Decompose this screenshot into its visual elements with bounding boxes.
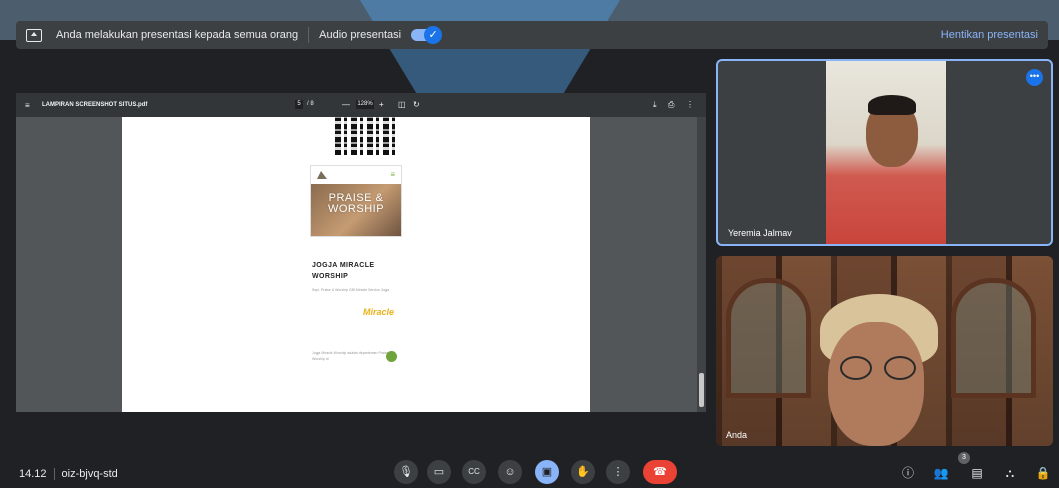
raise-hand-button[interactable]: ✋ [571,460,595,484]
hero-banner: PRAISE & WORSHIP [311,184,401,236]
participant-video [826,61,946,244]
participant-tile-self[interactable]: Anda [716,256,1053,446]
fit-page-icon[interactable]: ◫ [398,99,406,110]
emoji-button[interactable]: ☺ [498,460,522,484]
document-title: JOGJA MIRACLE WORSHIP [312,260,375,282]
background-window [726,278,811,398]
more-options-icon[interactable]: ⋮ [686,99,694,110]
zoom-level-input[interactable]: 128% [356,100,374,109]
present-screen-icon [26,28,42,42]
more-options-icon[interactable]: ••• [1026,69,1043,86]
pdf-file-name: LAMPIRAN SCREENSHOT SITUS.pdf [42,102,148,108]
presenting-banner: Anda melakukan presentasi kepada semua o… [16,21,1048,49]
miracle-logo: Miracle [363,307,395,317]
chat-bubble-icon [386,351,397,362]
activities-icon[interactable]: ⛬ [1002,465,1018,481]
audio-presentation-toggle[interactable]: ✓ [411,26,443,44]
rotate-icon[interactable]: ↻ [413,99,420,110]
more-options-button[interactable]: ⋮ [606,460,630,484]
glasses [840,356,916,380]
shared-screen: ≡ LAMPIRAN SCREENSHOT SITUS.pdf 5 / 8 — … [16,93,706,412]
banner-divider [308,27,310,43]
page-total: / 8 [307,101,314,107]
audio-presentation-label: Audio presentasi [319,29,402,41]
website-screenshot: ≡ PRAISE & WORSHIP [310,165,402,237]
title-line-1: JOGJA MIRACLE [312,262,375,269]
website-header: ≡ [311,166,401,184]
check-icon: ✓ [424,26,443,44]
presenting-text: Anda melakukan presentasi kepada semua o… [56,29,299,41]
pdf-scrollbar[interactable] [697,117,706,412]
download-icon[interactable]: ⤓ [653,99,657,110]
print-icon[interactable]: ⎙ [668,99,674,110]
title-line-2: WORSHIP [312,273,349,280]
document-subtitle: Sepi, Praise & Worship GBI Miracle Servi… [312,288,390,292]
meeting-info: 14.12 oiz-bjvq-std [19,468,118,480]
participant-name: Yeremia Jalmav [728,228,792,238]
pdf-page: ≡ PRAISE & WORSHIP JOGJA MIRACLE WORSHIP… [122,117,590,412]
meeting-time: 14.12 [19,468,47,480]
zoom-out-button[interactable]: — [342,99,350,110]
zoom-in-button[interactable]: + [379,99,384,110]
chat-icon[interactable]: ▤ [969,465,985,481]
meeting-code: oiz-bjvq-std [61,468,118,480]
host-controls-lock-icon[interactable]: 🔒 [1035,465,1051,481]
camera-button[interactable]: ▭ [427,460,451,484]
present-button[interactable]: ▣ [535,460,559,484]
background-window [951,278,1036,398]
menu-icon[interactable]: ≡ [25,101,32,110]
captions-button[interactable]: CC [462,460,486,484]
people-icon[interactable]: 👥 [933,465,949,481]
participant-count-badge: 3 [958,452,970,464]
qr-code-image [335,117,395,155]
participant-hair [868,95,916,115]
page-number-input[interactable]: 5 [295,100,303,109]
pdf-toolbar: ≡ LAMPIRAN SCREENSHOT SITUS.pdf 5 / 8 — … [16,93,706,117]
end-call-button[interactable]: ☎ [643,460,677,484]
site-logo-icon [317,171,327,179]
stop-presenting-button[interactable]: Hentikan presentasi [941,29,1038,41]
document-footer-text: Jogja Miracle Worship adalah departemen … [312,351,392,361]
info-divider [53,468,55,480]
self-face [828,322,924,446]
hamburger-icon: ≡ [390,170,395,179]
microphone-button[interactable]: 🎙 [394,460,418,484]
meeting-details-icon[interactable]: ⓘ [900,465,916,481]
self-name: Anda [726,430,748,440]
participant-tile-yeremia[interactable]: ••• Yeremia Jalmav [716,59,1053,246]
pdf-scrollbar-thumb[interactable] [699,373,704,407]
